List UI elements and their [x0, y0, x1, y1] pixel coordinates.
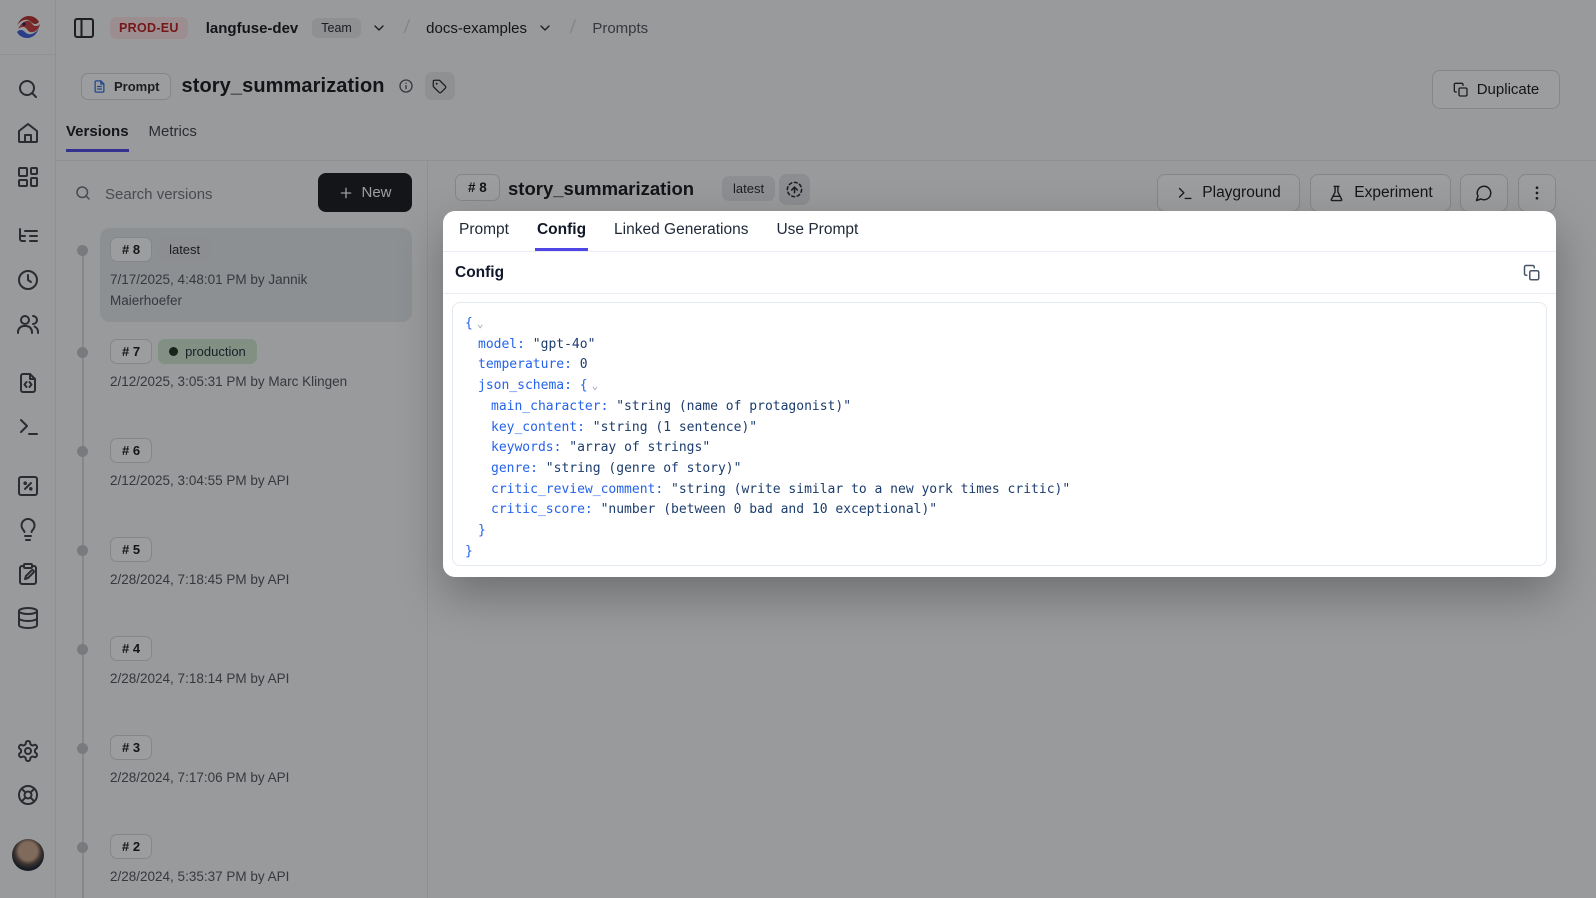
card-tab-linked-generations[interactable]: Linked Generations — [612, 211, 750, 251]
card-tab-config[interactable]: Config — [535, 211, 588, 251]
json-value: "gpt-4o" — [533, 337, 596, 352]
json-line: critic_score: "number (between 0 bad and… — [465, 500, 1534, 521]
json-value: "string (genre of story)" — [546, 461, 742, 476]
json-key: genre: — [491, 461, 546, 476]
json-key: critic_score: — [491, 502, 601, 517]
config-card-tabs: Prompt Config Linked Generations Use Prompt — [443, 211, 1556, 252]
card-tab-prompt[interactable]: Prompt — [457, 211, 511, 251]
json-line: key_content: "string (1 sentence)" — [465, 418, 1534, 439]
json-close-brace: } — [465, 544, 473, 559]
config-json-viewer: {⌄model: "gpt-4o"temperature: 0json_sche… — [452, 302, 1547, 566]
json-line: main_character: "string (name of protago… — [465, 397, 1534, 418]
json-line: keywords: "array of strings" — [465, 438, 1534, 459]
collapse-chevron-icon[interactable]: ⌄ — [477, 317, 484, 330]
json-value: 0 — [580, 357, 588, 372]
json-key: main_character: — [491, 399, 616, 414]
json-line: } — [465, 521, 1534, 542]
config-heading: Config — [455, 264, 504, 282]
json-line: } — [465, 542, 1534, 563]
app-root: { "topbar": { "env_badge": "PROD-EU", "o… — [0, 0, 1596, 898]
json-line: {⌄ — [465, 314, 1534, 335]
json-open-brace: { — [580, 378, 588, 393]
json-line: model: "gpt-4o" — [465, 335, 1534, 356]
json-close-brace: } — [478, 523, 486, 538]
card-tab-use-prompt[interactable]: Use Prompt — [774, 211, 860, 251]
json-key: key_content: — [491, 420, 593, 435]
json-key: keywords: — [491, 440, 569, 455]
copy-config-icon[interactable] — [1523, 264, 1541, 282]
config-heading-row: Config — [443, 252, 1556, 294]
json-value: "string (write similar to a new york tim… — [671, 482, 1070, 497]
json-open-brace: { — [465, 316, 473, 331]
json-line: temperature: 0 — [465, 355, 1534, 376]
json-line: critic_review_comment: "string (write si… — [465, 480, 1534, 501]
json-value: "string (name of protagonist)" — [616, 399, 851, 414]
json-key: temperature: — [478, 357, 580, 372]
config-card: Prompt Config Linked Generations Use Prompt… — [443, 211, 1556, 577]
json-value: "number (between 0 bad and 10 exceptiona… — [601, 502, 938, 517]
json-value: "array of strings" — [569, 440, 710, 455]
json-key: json_schema: — [478, 378, 580, 393]
json-value: "string (1 sentence)" — [593, 420, 757, 435]
json-key: model: — [478, 337, 533, 352]
json-line: genre: "string (genre of story)" — [465, 459, 1534, 480]
collapse-chevron-icon[interactable]: ⌄ — [592, 379, 599, 392]
json-key: critic_review_comment: — [491, 482, 671, 497]
json-line: json_schema: { ⌄ — [465, 376, 1534, 397]
